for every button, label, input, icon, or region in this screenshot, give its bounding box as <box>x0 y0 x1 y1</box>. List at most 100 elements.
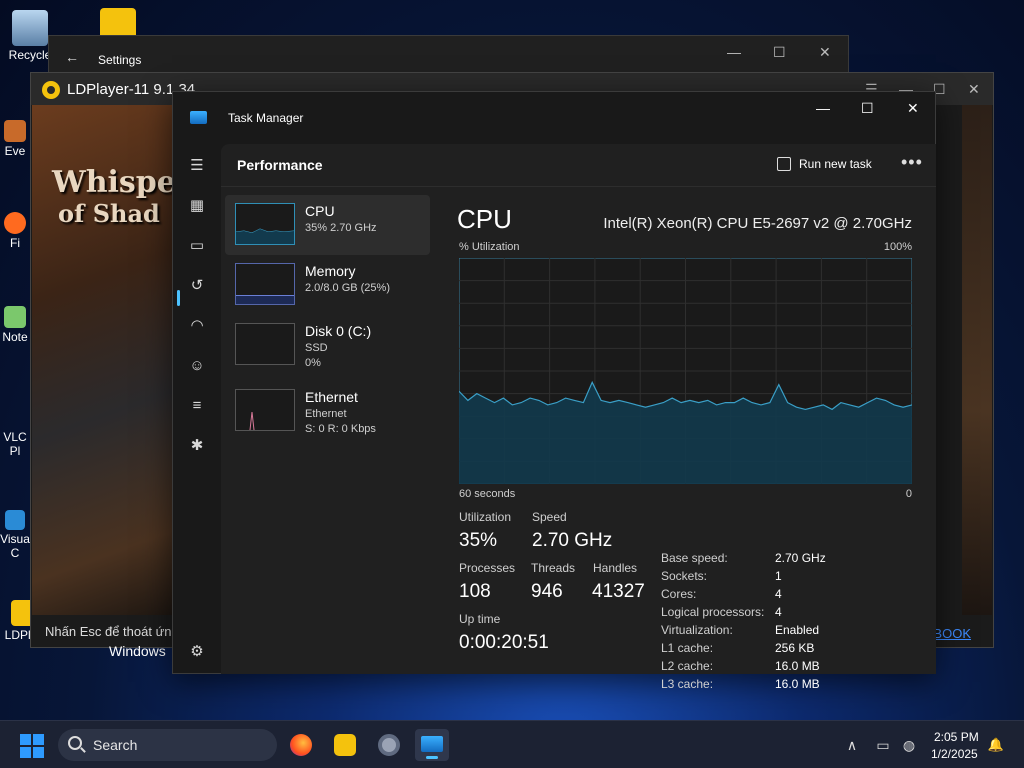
gear-icon <box>378 734 400 756</box>
uptime-value: 0:00:20:51 <box>459 632 549 653</box>
run-task-icon <box>777 157 791 171</box>
utilization-label: Utilization <box>459 510 512 524</box>
spec-label: L3 cache: <box>661 677 714 691</box>
utilization-value: 35% <box>459 530 498 551</box>
network-icon[interactable]: ▭ <box>874 736 892 754</box>
users-icon[interactable]: ☺ <box>187 356 207 376</box>
active-app-indicator <box>426 756 438 759</box>
spec-value: 4 <box>775 587 782 601</box>
desktop-icon-label: Visua <box>0 532 30 546</box>
cpu-utilization-graph <box>459 258 912 484</box>
cpu-model: Intel(R) Xeon(R) CPU E5-2697 v2 @ 2.70GH… <box>603 215 912 232</box>
nav-active-indicator <box>177 290 180 306</box>
perf-item-memory[interactable]: Memory 2.0/8.0 GB (25%) <box>225 255 430 315</box>
run-new-task-button[interactable]: Run new task <box>777 157 872 171</box>
taskbar-search[interactable]: Search <box>58 729 277 761</box>
threads-value: 946 <box>531 581 563 602</box>
nav-rail: ☰ ▦ ▭ ↺ ◠ ☺ ≡ ✱ ⚙ <box>173 144 221 674</box>
desktop-icon-label: Note <box>2 330 28 344</box>
clock-time[interactable]: 2:05 PM <box>934 730 979 744</box>
perf-item-detail: 0% <box>305 357 321 369</box>
spec-label: L2 cache: <box>661 659 714 673</box>
cpu-thumbnail <box>235 203 295 245</box>
processes-icon[interactable]: ▦ <box>187 196 207 216</box>
desktop-icon-firefox[interactable]: Fi <box>0 212 30 250</box>
cpu-thumbnail-graph <box>235 228 295 244</box>
perf-item-ethernet[interactable]: Ethernet Ethernet S: 0 R: 0 Kbps <box>225 381 430 441</box>
maximize-button[interactable]: ☐ <box>773 44 786 61</box>
details-icon[interactable]: ≡ <box>187 396 207 416</box>
desktop-icon-vscode[interactable]: Visua C <box>0 510 30 560</box>
desktop-icon-label: VLC <box>3 430 27 444</box>
hamburger-menu-icon[interactable]: ☰ <box>187 156 207 176</box>
speed-value: 2.70 GHz <box>532 530 613 551</box>
taskbar-settings[interactable] <box>372 729 406 761</box>
task-manager-window: Task Manager — ☐ ✕ ☰ ▦ ▭ ↺ ◠ ☺ ≡ ✱ ⚙ Per… <box>172 91 936 691</box>
desktop-icon-vlc[interactable]: VLC Pl <box>0 430 30 458</box>
task-manager-title: Task Manager <box>228 111 304 125</box>
close-button[interactable]: ✕ <box>907 100 919 117</box>
processes-value: 108 <box>459 581 491 602</box>
perf-item-detail: 35% 2.70 GHz <box>305 222 377 234</box>
ethernet-thumbnail-graph <box>249 411 255 431</box>
notepad-icon <box>4 306 26 328</box>
performance-icon[interactable]: ▭ <box>187 236 207 256</box>
perf-item-detail: S: 0 R: 0 Kbps <box>305 423 376 435</box>
services-icon[interactable]: ✱ <box>187 436 207 456</box>
detail-heading: CPU <box>457 204 512 234</box>
minimize-button[interactable]: — <box>727 44 741 60</box>
desktop-icon-label: Recycle <box>8 48 52 62</box>
perf-item-detail: 2.0/8.0 GB (25%) <box>305 282 390 294</box>
taskbar-ldplayer[interactable] <box>328 729 362 761</box>
start-button[interactable] <box>20 734 44 758</box>
game-title: Whisper <box>52 165 192 200</box>
spec-value: 1 <box>775 569 782 583</box>
desktop-icon-notepad[interactable]: Note <box>0 306 30 344</box>
taskbar-task-manager[interactable] <box>415 729 449 761</box>
spec-value: 16.0 MB <box>775 659 820 673</box>
close-button[interactable]: ✕ <box>819 44 831 61</box>
windows-logo-icon <box>33 747 44 758</box>
app-history-icon[interactable]: ↺ <box>187 276 207 296</box>
back-arrow-icon[interactable]: ← <box>65 49 79 65</box>
spec-label: L1 cache: <box>661 641 714 655</box>
perf-item-name: Memory <box>305 263 356 279</box>
perf-item-detail: Ethernet <box>305 408 347 420</box>
spec-label: Logical processors: <box>661 605 765 619</box>
show-hidden-icons-chevron[interactable]: ∧ <box>843 736 861 754</box>
taskbar-firefox[interactable] <box>284 729 318 761</box>
x-axis-min-label: 0 <box>905 488 912 500</box>
clock-date[interactable]: 1/2/2025 <box>931 747 978 761</box>
perf-item-disk[interactable]: Disk 0 (C:) SSD 0% <box>225 315 430 375</box>
spec-value: 2.70 GHz <box>775 551 826 565</box>
run-new-task-label: Run new task <box>799 157 872 171</box>
game-screen[interactable]: Whisper of Shad <box>32 105 192 615</box>
perf-item-detail: SSD <box>305 342 328 354</box>
search-icon <box>68 736 82 750</box>
ebook-link[interactable]: BOOK <box>933 626 971 641</box>
desktop-icon-eve[interactable]: Eve <box>0 120 30 158</box>
settings-gear-icon[interactable]: ⚙ <box>187 642 207 662</box>
startup-apps-icon[interactable]: ◠ <box>187 316 207 336</box>
spec-value: 16.0 MB <box>775 677 820 691</box>
handles-value: 41327 <box>592 581 645 602</box>
processes-label: Processes <box>459 561 516 575</box>
maximize-button[interactable]: ☐ <box>861 100 874 117</box>
threads-label: Threads <box>531 561 576 575</box>
ethernet-thumbnail <box>235 389 295 431</box>
perf-item-cpu[interactable]: CPU 35% 2.70 GHz <box>225 195 430 255</box>
volume-muted-icon[interactable]: ◍ <box>900 736 918 754</box>
spec-value: 4 <box>775 605 782 619</box>
settings-title: Settings <box>98 53 142 67</box>
firefox-icon <box>4 212 26 234</box>
app-icon <box>4 120 26 142</box>
desktop-icon-label: C <box>10 546 20 560</box>
spec-value: Enabled <box>775 623 820 637</box>
windows-logo-icon <box>20 747 31 758</box>
notification-bell-icon[interactable]: 🔔 <box>987 736 1005 754</box>
close-button[interactable]: ✕ <box>968 81 980 98</box>
minimize-button[interactable]: — <box>816 100 830 116</box>
more-options-button[interactable]: ••• <box>901 152 923 173</box>
desktop-icon-label: Eve <box>4 144 26 158</box>
x-axis-label: 60 seconds <box>459 488 516 500</box>
